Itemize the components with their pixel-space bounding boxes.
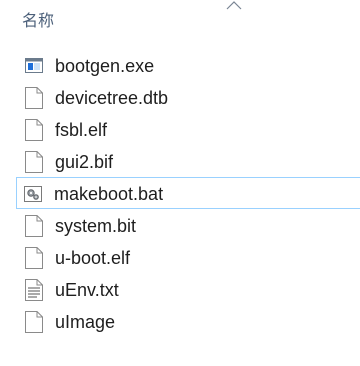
file-row-makeboot-bat[interactable]: makeboot.bat bbox=[16, 177, 360, 209]
name-column-header[interactable]: 名称 bbox=[22, 8, 54, 34]
file-name: u-boot.elf bbox=[55, 248, 131, 268]
file-name: devicetree.dtb bbox=[55, 88, 169, 108]
file-name: gui2.bif bbox=[55, 152, 114, 172]
blank-file-icon bbox=[25, 215, 43, 237]
blank-file-icon bbox=[25, 119, 43, 141]
file-row-fsbl-elf[interactable]: fsbl.elf bbox=[0, 113, 360, 145]
batch-gear-file-icon bbox=[24, 186, 42, 202]
text-file-icon bbox=[25, 279, 43, 301]
exe-app-icon bbox=[25, 58, 43, 73]
file-name: system.bit bbox=[55, 216, 137, 236]
file-name: fsbl.elf bbox=[55, 120, 108, 140]
file-row-u-boot-elf[interactable]: u-boot.elf bbox=[0, 241, 360, 273]
blank-file-icon bbox=[25, 87, 43, 109]
file-explorer-pane: 名称 bootgen.exe devicetree.dtb fsbl.elf g… bbox=[0, 0, 360, 366]
file-name: bootgen.exe bbox=[55, 56, 155, 76]
file-row-gui2-bif[interactable]: gui2.bif bbox=[0, 145, 360, 177]
chevron-up-icon[interactable] bbox=[226, 0, 242, 10]
file-list: bootgen.exe devicetree.dtb fsbl.elf gui2… bbox=[0, 49, 360, 337]
blank-file-icon bbox=[25, 247, 43, 269]
file-row-bootgen-exe[interactable]: bootgen.exe bbox=[0, 49, 360, 81]
file-row-devicetree-dtb[interactable]: devicetree.dtb bbox=[0, 81, 360, 113]
blank-file-icon bbox=[25, 311, 43, 333]
file-row-system-bit[interactable]: system.bit bbox=[0, 209, 360, 241]
blank-file-icon bbox=[25, 151, 43, 173]
file-row-uenv-txt[interactable]: uEnv.txt bbox=[0, 273, 360, 305]
file-row-uimage[interactable]: uImage bbox=[0, 305, 360, 337]
file-name: uEnv.txt bbox=[55, 280, 119, 300]
file-name: makeboot.bat bbox=[54, 184, 164, 204]
file-name: uImage bbox=[55, 312, 116, 332]
